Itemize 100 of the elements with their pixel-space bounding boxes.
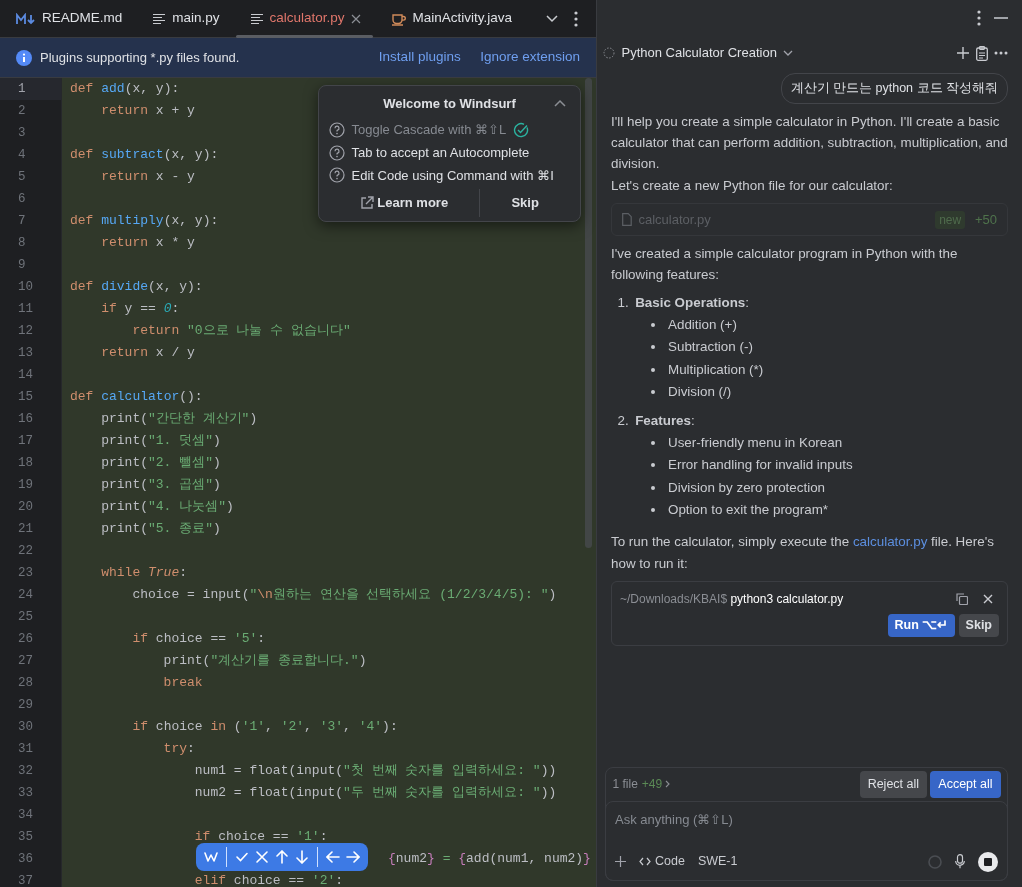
code-line: while True: [100,564,188,582]
line-number: 29 [17,697,34,714]
code-line: return x + y [100,102,195,120]
skip-button[interactable]: Skip [958,614,999,637]
list-item: Addition (+) [668,315,737,334]
list-item: Multiplication (*) [668,360,764,379]
chevron-down-icon[interactable] [546,14,558,23]
section-heading: Basic Operations: [635,294,750,313]
info-icon [16,49,32,66]
list-item: Subtraction (-) [668,338,753,357]
code-line: def multiply(x, y): [69,212,219,230]
logo-icon[interactable] [204,850,218,864]
code-icon [639,857,651,866]
banner-link[interactable]: Install plugins [378,47,461,68]
text-file-icon [152,12,167,25]
scrollbar-thumb[interactable] [585,78,592,548]
file-link[interactable]: calculator.py [852,534,928,550]
bullet-icon [651,440,655,445]
more-icon[interactable] [994,51,1008,55]
list-number: 2. [617,412,629,431]
list-number: 1. [617,294,629,313]
bullet-icon [651,508,655,513]
code-line: print("3. 곱셈") [100,476,221,494]
line-number: 33 [17,785,34,802]
chevron-down-icon[interactable] [783,50,794,56]
line-number: 13 [17,345,34,362]
line-number: 12 [17,323,34,340]
more-icon[interactable] [574,10,578,27]
code-line: print("계산기를 종료합니다.") [162,652,367,670]
microphone-icon[interactable] [955,854,965,869]
arrow-down-icon[interactable] [295,850,309,864]
chevron-right-icon[interactable] [665,780,671,789]
line-number: 23 [17,565,34,582]
run-button[interactable]: Run ⌥↵ [887,614,956,637]
code-line: try: [162,740,195,758]
mode-button[interactable]: Code [639,852,685,871]
accept-all-button[interactable]: Accept all [930,771,1001,798]
bullet-icon [651,345,655,350]
line-number: 31 [17,741,34,758]
close-icon[interactable] [983,593,993,604]
checklist-item: Tab to accept an Autocomplete [351,143,530,162]
code-line: {num2} = {add(num1, num2)} [388,850,591,868]
plus-icon[interactable] [957,47,969,59]
list-item: Division (/) [668,383,732,402]
plus-icon[interactable] [615,856,626,867]
model-button[interactable]: SWE-1 [697,852,738,871]
chat-input[interactable]: Ask anything (⌘⇧L) [615,810,998,830]
line-number: 11 [17,301,34,318]
chat-paragraph: I'll help you create a simple calculator in Python. I'll create a basic calculator that can perform addition, subtraction, multiplication, and division. [611,112,1008,174]
conversation-title[interactable]: Python Calculator Creation [621,43,777,63]
arrow-up-icon[interactable] [275,850,289,864]
learn-more-button[interactable]: Learn more [329,189,480,217]
check-icon[interactable] [235,850,249,864]
line-number: 30 [17,719,34,736]
line-number: 35 [17,829,34,846]
editor-tab[interactable]: main.py [136,0,234,38]
skip-button[interactable]: Skip [480,189,570,217]
code-line: def subtract(x, y): [69,146,219,164]
line-number: 9 [17,257,27,274]
more-icon[interactable] [977,10,981,26]
line-number: 3 [17,125,27,142]
chat-paragraph: Let's create a new Python file for our calculator: [611,176,894,195]
line-number: 27 [17,653,34,670]
code-line: if choice == '1': [193,828,328,846]
chevron-up-icon[interactable] [554,99,566,107]
banner-link[interactable]: Ignore extension [480,47,580,68]
arrow-left-icon[interactable] [326,850,340,864]
copy-icon[interactable] [955,592,968,605]
line-number: 15 [17,389,34,406]
code-line: break [162,674,203,692]
bullet-icon [651,485,655,490]
close-icon[interactable] [350,13,361,24]
editor-tab[interactable]: calculator.py [233,0,375,38]
help-icon [329,144,345,161]
line-number: 4 [17,147,27,164]
bullet-icon [651,367,655,372]
line-number: 1 [0,78,61,100]
list-item: Division by zero protection [668,478,826,497]
editor-tab[interactable]: README.md [0,0,137,38]
arrow-right-icon[interactable] [346,850,360,864]
line-number: 26 [17,631,34,648]
changes-summary[interactable]: 1 file +49 [612,775,663,794]
line-number: 17 [17,433,34,450]
clipboard-icon[interactable] [975,45,988,61]
cup-icon [390,11,407,26]
editor-tab[interactable]: MainActivity.java [374,0,527,38]
chat-paragraph: To run the calculator, simply execute the calculator.py file. Here's how to run it: [611,533,995,573]
stop-button-icon[interactable] [978,851,998,872]
reject-all-button[interactable]: Reject all [859,771,928,798]
section-heading: Features: [635,412,695,431]
line-number: 5 [17,169,27,186]
code-line: return x - y [100,168,195,186]
line-number: 7 [17,213,27,230]
code-line: if choice in ('1', '2', '3', '4'): [131,718,398,736]
line-number: 10 [17,279,34,296]
external-link-icon [360,195,375,210]
line-number: 37 [17,873,34,887]
line-number: 18 [17,455,34,472]
code-line: print("5. 종료") [100,520,221,538]
line-number: 2 [17,103,27,120]
